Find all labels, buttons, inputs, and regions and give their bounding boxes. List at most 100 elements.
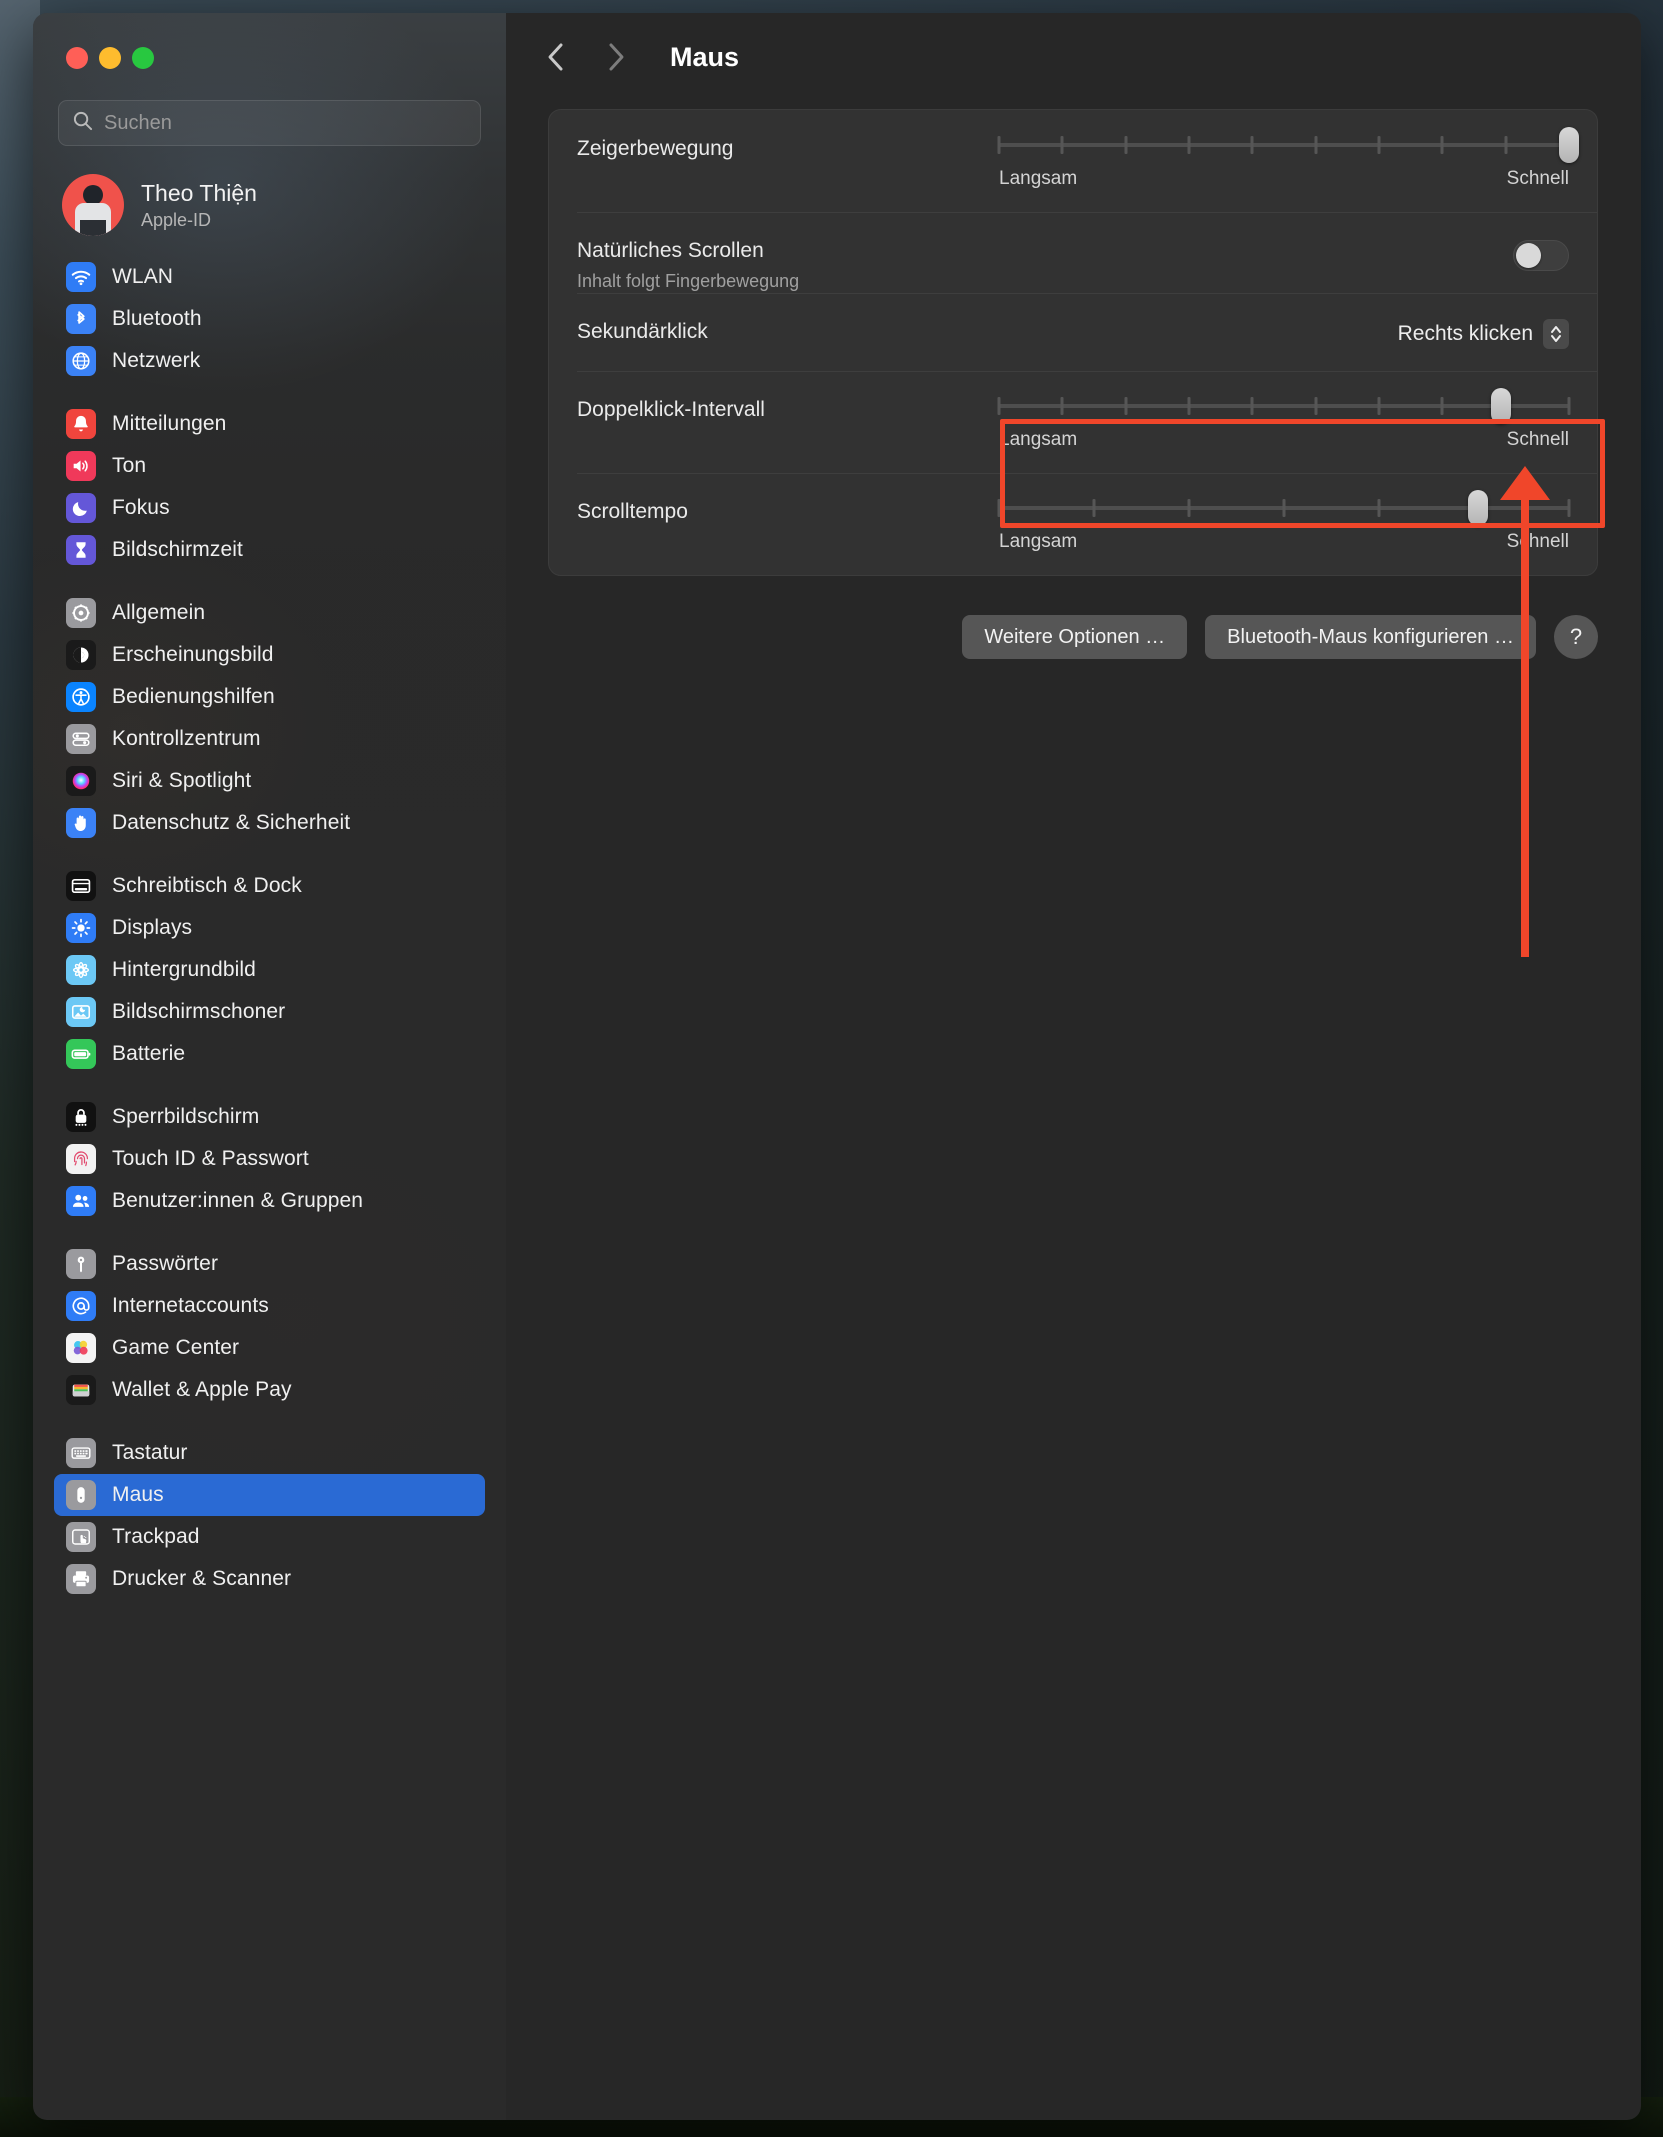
secondary-click-label: Sekundärklick xyxy=(577,320,708,343)
sidebar-item-label: Bluetooth xyxy=(112,307,202,330)
zoom-button[interactable] xyxy=(132,47,154,69)
scroll-speed-label: Scrolltempo xyxy=(577,500,688,523)
sidebar-item-internetaccounts[interactable]: Internetaccounts xyxy=(54,1285,485,1327)
scroll-speed-tick xyxy=(1567,499,1571,517)
double-click-tick xyxy=(1060,397,1064,415)
sidebar-item-wallet-apple-pay[interactable]: Wallet & Apple Pay xyxy=(54,1369,485,1411)
brightness-icon xyxy=(66,913,96,943)
sidebar-item-label: Bedienungshilfen xyxy=(112,685,275,708)
wifi-icon xyxy=(66,262,96,292)
control-center-icon xyxy=(66,724,96,754)
double-click-tick xyxy=(1187,397,1191,415)
pointer-speed-slider[interactable]: Langsam Schnell xyxy=(997,127,1579,190)
sidebar-item-label: Internetaccounts xyxy=(112,1294,269,1317)
sidebar-item-schreibtisch-dock[interactable]: Schreibtisch & Dock xyxy=(54,865,485,907)
sidebar-item-batterie[interactable]: Batterie xyxy=(54,1033,485,1075)
sidebar-item-ton[interactable]: Ton xyxy=(54,445,485,487)
window-controls xyxy=(54,13,485,87)
more-options-button[interactable]: Weitere Optionen … xyxy=(962,615,1188,659)
sidebar-item-allgemein[interactable]: Allgemein xyxy=(54,592,485,634)
printer-icon xyxy=(66,1564,96,1594)
gear-icon xyxy=(66,598,96,628)
sidebar-item-kontrollzentrum[interactable]: Kontrollzentrum xyxy=(54,718,485,760)
configure-bluetooth-mouse-button[interactable]: Bluetooth-Maus konfigurieren … xyxy=(1205,615,1536,659)
scroll-speed-max-label: Schnell xyxy=(1506,531,1569,552)
battery-icon xyxy=(66,1039,96,1069)
natural-scrolling-toggle[interactable] xyxy=(1513,240,1569,271)
sidebar-item-tastatur[interactable]: Tastatur xyxy=(54,1432,485,1474)
keyboard-icon xyxy=(66,1438,96,1468)
sidebar-item-label: Schreibtisch & Dock xyxy=(112,874,302,897)
sidebar-item-label: Displays xyxy=(112,916,193,939)
scroll-speed-tick xyxy=(1282,499,1286,517)
sidebar-item-game-center[interactable]: Game Center xyxy=(54,1327,485,1369)
sidebar-item-label: Netzwerk xyxy=(112,349,201,372)
sidebar-item-label: Game Center xyxy=(112,1336,240,1359)
toolbar: Maus xyxy=(506,13,1641,101)
double-click-tick xyxy=(997,397,1001,415)
sidebar-item-label: Mitteilungen xyxy=(112,412,227,435)
search-input[interactable] xyxy=(104,111,467,135)
sidebar-item-datenschutz-sicherheit[interactable]: Datenschutz & Sicherheit xyxy=(54,802,485,844)
apple-id-profile[interactable]: Theo Thiện Apple-ID xyxy=(54,146,485,242)
sidebar-item-label: Touch ID & Passwort xyxy=(112,1147,309,1170)
bluetooth-icon xyxy=(66,304,96,334)
sidebar-item-hintergrundbild[interactable]: Hintergrundbild xyxy=(54,949,485,991)
sidebar-item-touch-id-passwort[interactable]: Touch ID & Passwort xyxy=(54,1138,485,1180)
sidebar-item-mitteilungen[interactable]: Mitteilungen xyxy=(54,403,485,445)
sidebar-item-displays[interactable]: Displays xyxy=(54,907,485,949)
scroll-speed-slider[interactable]: Langsam Schnell xyxy=(997,490,1571,553)
double-click-max-label: Schnell xyxy=(1506,429,1569,450)
appearance-icon xyxy=(66,640,96,670)
sidebar-item-maus[interactable]: Maus xyxy=(54,1474,485,1516)
sidebar-item-sperrbildschirm[interactable]: Sperrbildschirm xyxy=(54,1096,485,1138)
sidebar-item-passwoerter[interactable]: Passwörter xyxy=(54,1243,485,1285)
users-icon xyxy=(66,1186,96,1216)
sidebar-item-bildschirmzeit[interactable]: Bildschirmzeit xyxy=(54,529,485,571)
key-icon xyxy=(66,1249,96,1279)
sidebar-item-label: Allgemein xyxy=(112,601,206,624)
pointer-speed-tick xyxy=(1187,136,1191,154)
scroll-speed-tick xyxy=(1092,499,1096,517)
pointer-speed-knob[interactable] xyxy=(1559,127,1579,163)
scroll-speed-tick xyxy=(1187,499,1191,517)
secondary-click-popup[interactable]: Rechts klicken xyxy=(1398,319,1569,349)
sidebar-item-wlan[interactable]: WLAN xyxy=(54,256,485,298)
sidebar-item-benutzer-innen-gruppen[interactable]: Benutzer:innen & Gruppen xyxy=(54,1180,485,1222)
sidebar-item-label: Hintergrundbild xyxy=(112,958,256,981)
pointer-speed-max-label: Schnell xyxy=(1506,168,1569,189)
avatar xyxy=(62,174,124,236)
sidebar-item-label: Bildschirmzeit xyxy=(112,538,243,561)
pointer-speed-tick xyxy=(997,136,1001,154)
sidebar-item-label: Trackpad xyxy=(112,1525,200,1548)
sidebar-item-label: Bildschirmschoner xyxy=(112,1000,286,1023)
sidebar-item-drucker-scanner[interactable]: Drucker & Scanner xyxy=(54,1558,485,1600)
pointer-speed-tick xyxy=(1314,136,1318,154)
minimize-button[interactable] xyxy=(99,47,121,69)
forward-button[interactable] xyxy=(596,37,636,77)
sidebar-item-siri-spotlight[interactable]: Siri & Spotlight xyxy=(54,760,485,802)
double-click-slider[interactable]: Langsam Schnell xyxy=(997,388,1571,451)
sidebar-nav: WLAN Bluetooth Netzwerk Mitteilungen Ton Foku… xyxy=(54,242,485,1600)
sidebar-group: WLAN Bluetooth Netzwerk xyxy=(54,256,485,382)
fingerprint-icon xyxy=(66,1144,96,1174)
mouse-icon xyxy=(66,1480,96,1510)
help-button[interactable]: ? xyxy=(1554,615,1598,659)
sidebar-group: Sperrbildschirm Touch ID & Passwort Benutz… xyxy=(54,1096,485,1222)
double-click-knob[interactable] xyxy=(1490,388,1511,424)
back-button[interactable] xyxy=(536,37,576,77)
sidebar-item-bedienungshilfen[interactable]: Bedienungshilfen xyxy=(54,676,485,718)
row-secondary-click: Sekundärklick Rechts klicken xyxy=(549,293,1597,371)
sidebar-item-trackpad[interactable]: Trackpad xyxy=(54,1516,485,1558)
sidebar-item-fokus[interactable]: Fokus xyxy=(54,487,485,529)
sidebar-item-bluetooth[interactable]: Bluetooth xyxy=(54,298,485,340)
sidebar-item-erscheinungsbild[interactable]: Erscheinungsbild xyxy=(54,634,485,676)
lock-icon xyxy=(66,1102,96,1132)
sidebar-item-netzwerk[interactable]: Netzwerk xyxy=(54,340,485,382)
close-button[interactable] xyxy=(66,47,88,69)
sidebar-item-label: Batterie xyxy=(112,1042,186,1065)
sidebar-item-bildschirmschoner[interactable]: Bildschirmschoner xyxy=(54,991,485,1033)
scroll-speed-knob[interactable] xyxy=(1467,490,1488,526)
search-field[interactable] xyxy=(58,100,481,146)
moon-icon xyxy=(66,493,96,523)
